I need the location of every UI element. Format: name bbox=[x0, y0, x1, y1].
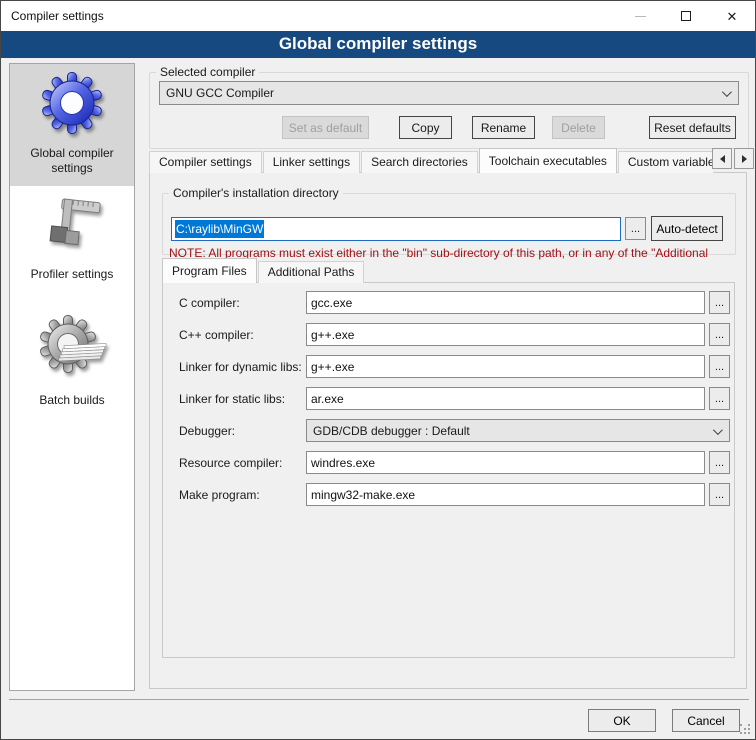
resource-compiler-browse-button[interactable]: ... bbox=[709, 451, 730, 474]
compiler-settings-dialog: Compiler settings ✕ Global compiler sett… bbox=[0, 0, 756, 740]
blue-gear-icon bbox=[40, 71, 104, 135]
installation-directory-group: Compiler's installation directory C:\ray… bbox=[162, 186, 736, 255]
close-button[interactable]: ✕ bbox=[709, 1, 755, 31]
sidebar-item-global-compiler-settings[interactable]: Global compiler settings bbox=[10, 64, 134, 186]
static-linker-label: Linker for static libs: bbox=[179, 392, 306, 406]
c-compiler-label: C compiler: bbox=[179, 296, 306, 310]
make-program-row: Make program: ... bbox=[179, 483, 734, 506]
gray-gear-papers-icon bbox=[36, 314, 108, 382]
maximize-button[interactable] bbox=[663, 1, 709, 31]
sidebar-item-label: Profiler settings bbox=[27, 267, 118, 282]
debugger-row: Debugger: GDB/CDB debugger : Default bbox=[179, 419, 734, 442]
tab-custom-variables[interactable]: Custom variables bbox=[618, 151, 713, 173]
cpp-compiler-input[interactable] bbox=[306, 323, 705, 346]
make-program-input[interactable] bbox=[306, 483, 705, 506]
cpp-compiler-row: C++ compiler: ... bbox=[179, 323, 734, 346]
minimize-icon bbox=[635, 16, 646, 17]
footer-separator bbox=[9, 699, 749, 700]
reset-defaults-button[interactable]: Reset defaults bbox=[649, 116, 736, 139]
tab-scroll-right-button[interactable] bbox=[734, 148, 754, 169]
titlebar[interactable]: Compiler settings ✕ bbox=[1, 1, 755, 31]
compiler-select[interactable]: GNU GCC Compiler bbox=[159, 81, 739, 105]
dynamic-linker-row: Linker for dynamic libs: ... bbox=[179, 355, 734, 378]
static-linker-row: Linker for static libs: ... bbox=[179, 387, 734, 410]
debugger-select[interactable]: GDB/CDB debugger : Default bbox=[306, 419, 730, 442]
resource-compiler-label: Resource compiler: bbox=[179, 456, 306, 470]
make-program-browse-button[interactable]: ... bbox=[709, 483, 730, 506]
arrow-left-icon bbox=[720, 155, 725, 163]
dynamic-linker-browse-button[interactable]: ... bbox=[709, 355, 730, 378]
program-files-page: C compiler: ... C++ compiler: ... Linker… bbox=[162, 282, 735, 658]
caliper-icon bbox=[40, 192, 104, 256]
selected-path-text: C:\raylib\MinGW bbox=[175, 220, 264, 238]
c-compiler-browse-button[interactable]: ... bbox=[709, 291, 730, 314]
debugger-select-value: GDB/CDB debugger : Default bbox=[313, 424, 470, 438]
cancel-button[interactable]: Cancel bbox=[672, 709, 740, 732]
selected-compiler-legend: Selected compiler bbox=[156, 65, 259, 79]
set-as-default-button: Set as default bbox=[282, 116, 369, 139]
tab-scroll-buttons bbox=[712, 148, 754, 169]
resource-compiler-input[interactable] bbox=[306, 451, 705, 474]
tab-search-directories[interactable]: Search directories bbox=[361, 151, 478, 173]
settings-sidebar: Global compiler settings Profiler settin… bbox=[9, 63, 135, 691]
copy-button[interactable]: Copy bbox=[399, 116, 452, 139]
sidebar-item-label: Batch builds bbox=[35, 393, 108, 408]
resize-grip-icon[interactable] bbox=[739, 723, 750, 734]
debugger-label: Debugger: bbox=[179, 424, 306, 438]
tab-linker-settings[interactable]: Linker settings bbox=[263, 151, 360, 173]
minimize-button bbox=[617, 1, 663, 31]
arrow-right-icon bbox=[742, 155, 747, 163]
toolchain-executables-page: Compiler's installation directory C:\ray… bbox=[149, 172, 747, 689]
maximize-icon bbox=[681, 11, 691, 21]
chevron-down-icon bbox=[722, 87, 732, 97]
resource-compiler-row: Resource compiler: ... bbox=[179, 451, 734, 474]
tab-compiler-settings[interactable]: Compiler settings bbox=[149, 151, 262, 173]
tab-toolchain-executables[interactable]: Toolchain executables bbox=[479, 148, 617, 173]
auto-detect-button[interactable]: Auto-detect bbox=[651, 216, 723, 241]
window-title: Compiler settings bbox=[11, 9, 104, 23]
static-linker-input[interactable] bbox=[306, 387, 705, 410]
sidebar-item-batch-builds[interactable]: Batch builds bbox=[10, 300, 134, 426]
sidebar-item-profiler-settings[interactable]: Profiler settings bbox=[10, 186, 134, 300]
installation-directory-input[interactable]: C:\raylib\MinGW bbox=[171, 217, 621, 241]
installation-directory-legend: Compiler's installation directory bbox=[169, 186, 343, 200]
c-compiler-input[interactable] bbox=[306, 291, 705, 314]
cpp-compiler-browse-button[interactable]: ... bbox=[709, 323, 730, 346]
ok-button[interactable]: OK bbox=[588, 709, 656, 732]
selected-compiler-group: Selected compiler GNU GCC Compiler Set a… bbox=[149, 65, 749, 149]
subtab-program-files[interactable]: Program Files bbox=[162, 258, 257, 283]
titlebar-buttons: ✕ bbox=[617, 1, 755, 31]
subtab-additional-paths[interactable]: Additional Paths bbox=[258, 261, 365, 283]
program-files-tabstrip: Program Files Additional Paths bbox=[162, 258, 365, 283]
c-compiler-row: C compiler: ... bbox=[179, 291, 734, 314]
make-program-label: Make program: bbox=[179, 488, 306, 502]
dynamic-linker-label: Linker for dynamic libs: bbox=[179, 360, 306, 374]
settings-tabstrip: Compiler settings Linker settings Search… bbox=[149, 148, 713, 173]
cpp-compiler-label: C++ compiler: bbox=[179, 328, 306, 342]
rename-button[interactable]: Rename bbox=[472, 116, 535, 139]
browse-directory-button[interactable]: ... bbox=[625, 217, 646, 240]
delete-button: Delete bbox=[552, 116, 605, 139]
dynamic-linker-input[interactable] bbox=[306, 355, 705, 378]
static-linker-browse-button[interactable]: ... bbox=[709, 387, 730, 410]
compiler-select-value: GNU GCC Compiler bbox=[166, 86, 274, 100]
dialog-banner: Global compiler settings bbox=[1, 31, 755, 58]
tab-scroll-left-button[interactable] bbox=[712, 148, 732, 169]
chevron-down-icon bbox=[713, 425, 723, 435]
installation-directory-row: C:\raylib\MinGW ... Auto-detect bbox=[171, 216, 723, 241]
sidebar-item-label: Global compiler settings bbox=[10, 146, 134, 176]
close-icon: ✕ bbox=[727, 10, 738, 23]
